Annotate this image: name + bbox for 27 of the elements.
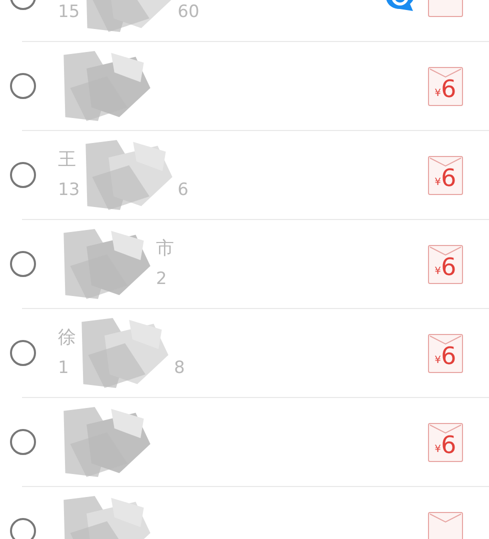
envelope-button[interactable]: ¥6 [428,422,463,462]
phone-number: 8 [174,357,185,379]
envelope-button[interactable]: ¥6 [428,66,463,106]
contact-name: 王 [58,149,77,171]
select-circle[interactable] [10,73,36,99]
phone-number: 1 [58,357,70,379]
phone-number: 15 [58,1,80,23]
flap-icon [429,424,462,434]
envelope-button[interactable]: ¥6 [428,334,463,372]
contact-name: 市 [156,238,174,260]
phone-number: 60 [178,1,200,23]
envelope-button[interactable]: ¥6 [428,156,463,194]
flap-icon [429,156,462,166]
flap-icon [429,512,462,522]
contact-name: 徐 [58,327,76,349]
select-circle[interactable] [10,518,36,539]
select-circle[interactable] [10,340,36,366]
phone-number: 6 [178,179,188,201]
envelope-button[interactable]: ¥6 [428,244,463,284]
phone-number: 13 [58,179,80,201]
select-circle[interactable] [10,251,36,277]
select-circle[interactable] [10,429,36,455]
phone-number: 2 [156,268,168,290]
flap-icon [429,246,462,256]
flap-icon [429,334,462,344]
flap-icon [429,68,462,78]
select-circle[interactable] [10,162,36,188]
